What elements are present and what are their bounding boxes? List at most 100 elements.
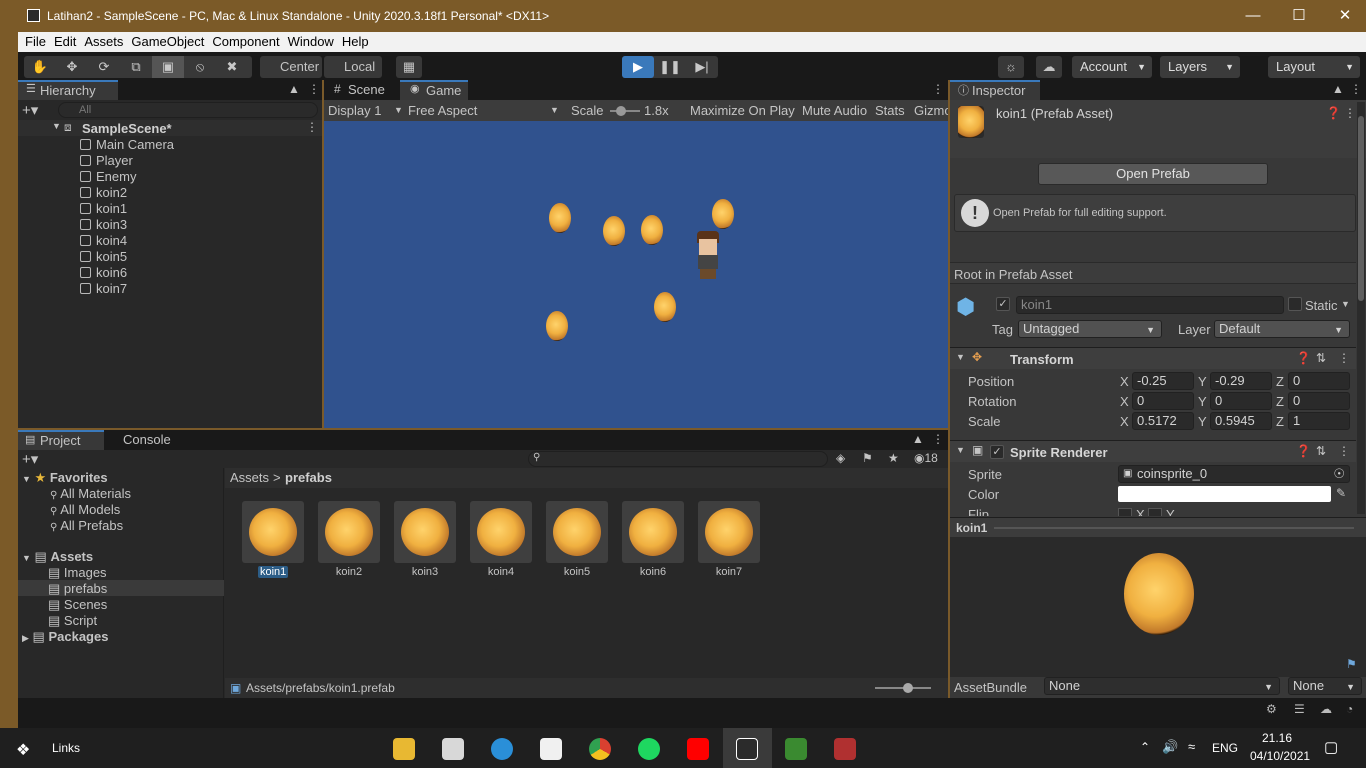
asset-item[interactable] [470,501,532,563]
language-indicator[interactable]: ENG [1212,741,1238,755]
favorites-row[interactable]: ▼ ★ Favorites [22,470,108,486]
play-icon[interactable]: ▶ [622,56,654,78]
static-dropdown-icon[interactable]: ▼ [1341,299,1350,309]
object-name-field[interactable]: koin1 [1016,296,1284,314]
asset-item[interactable] [394,501,456,563]
aspect-dropdown[interactable]: Free Aspect ▼ [408,100,562,121]
chrome-icon[interactable] [589,738,611,760]
axis-label[interactable]: Y [1198,414,1207,429]
help-icon[interactable]: ❓ [1296,444,1311,458]
breadcrumb-prefabs[interactable]: prefabs [285,468,332,488]
debug-icon[interactable]: ⚙ [1266,702,1277,716]
chart-app-icon[interactable] [785,738,807,760]
add-icon[interactable]: +▾ [22,101,42,119]
axis-label[interactable]: X [1120,414,1129,429]
active-checkbox[interactable]: ✓ [996,297,1010,311]
menu-edit[interactable]: Edit [54,32,76,49]
links-toolbar[interactable]: Links [52,741,80,755]
project-more-icon[interactable]: ⋮ [932,432,944,446]
edge-icon[interactable] [491,738,513,760]
asset-item-label[interactable]: koin5 [546,566,608,578]
rotation-field[interactable]: 0 [1210,392,1272,410]
stats-toggle[interactable]: Stats [875,100,905,121]
asset-item-label[interactable]: koin2 [318,566,380,578]
axis-label[interactable]: Z [1276,414,1284,429]
lock-icon[interactable]: ▲ [912,432,924,446]
hierarchy-item[interactable]: koin6 [80,265,127,281]
project-search-input[interactable]: ⚲ [528,451,828,467]
mute-audio-toggle[interactable]: Mute Audio [802,100,867,121]
notification-icon[interactable]: ▢ [1324,738,1338,756]
menu-file[interactable]: File [25,32,46,49]
asset-item-label[interactable]: koin6 [622,566,684,578]
fav-all-materials[interactable]: ⚲ All Materials [50,486,131,502]
favorite-star-icon[interactable]: ★ [888,451,899,465]
folder-script[interactable]: ▤ Script [48,613,97,629]
axis-label[interactable]: Z [1276,394,1284,409]
clock-date[interactable]: 04/10/2021 [1250,749,1310,763]
position-field[interactable]: -0.29 [1210,372,1272,390]
assetbundle-dropdown[interactable]: None ▼ [1044,677,1280,695]
close-button[interactable]: ✕ [1322,0,1366,32]
label-tag-icon[interactable]: ⚑ [1346,657,1357,671]
help-icon[interactable]: ❓ [1326,106,1341,120]
preset-icon[interactable]: ⇅ [1316,444,1326,458]
packages-row[interactable]: ▶ ▤ Packages [22,629,108,645]
rotation-field[interactable]: 0 [1132,392,1194,410]
cloud-icon[interactable]: ☁ [1036,56,1062,78]
assets-row[interactable]: ▼ ▤ Assets [22,549,93,565]
filter-type-icon[interactable]: ◈ [836,451,845,465]
hidden-packages-icon[interactable]: ◉18 [914,451,938,465]
preset-icon[interactable]: ⇅ [1316,351,1326,365]
scene-row[interactable]: ▼ ⧈ SampleScene* ⋮ [18,120,322,136]
progress-icon[interactable]: ◔ [1346,702,1353,716]
position-field[interactable]: -0.25 [1132,372,1194,390]
asset-item[interactable] [698,501,760,563]
menu-component[interactable]: Component [212,32,279,49]
scale-slider-thumb[interactable] [616,106,626,116]
minimize-button[interactable]: — [1230,0,1276,32]
scale-field[interactable]: 1 [1288,412,1350,430]
object-picker-icon[interactable]: ☉ [1333,466,1345,482]
menu-assets[interactable]: Assets [84,32,123,49]
assetbundle-variant-dropdown[interactable]: None ▼ [1288,677,1362,695]
display-dropdown[interactable]: Display 1 ▼ [328,100,403,121]
breadcrumb-assets[interactable]: Assets [230,468,269,488]
inspector-more-icon[interactable]: ⋮ [1350,82,1362,96]
tab-console[interactable]: Console [106,430,188,450]
hierarchy-item[interactable]: koin3 [80,217,127,233]
fav-all-models[interactable]: ⚲ All Models [50,502,120,518]
hierarchy-search-input[interactable]: All [58,102,318,118]
scale-field[interactable]: 0.5172 [1132,412,1194,430]
spotify-icon[interactable] [638,738,660,760]
database-icon[interactable]: ☰ [1294,702,1305,716]
scale-field[interactable]: 0.5945 [1210,412,1272,430]
layout-dropdown[interactable]: Layout ▼ [1268,56,1360,78]
transform-header[interactable]: ▼ ✥ Transform ❓ ⇅ ⋮ [950,347,1356,369]
rotation-field[interactable]: 0 [1288,392,1350,410]
lock-icon[interactable]: ▲ [288,82,300,96]
clock-time[interactable]: 21.16 [1262,731,1292,745]
windows-start-icon[interactable]: ❖ [16,740,30,760]
collapse-arrow-icon[interactable]: ▼ [956,352,965,362]
static-checkbox[interactable] [1288,297,1302,311]
axis-label[interactable]: X [1120,374,1129,389]
rect-tool-icon[interactable]: ▣ [152,56,184,78]
settings-icon[interactable]: ⋮ [1344,106,1356,120]
asset-item[interactable] [546,501,608,563]
sprite-renderer-header[interactable]: ▼ ▣ ✓ Sprite Renderer ❓ ⇅ ⋮ [950,440,1356,462]
preview-header[interactable]: koin1 [950,517,1366,537]
grid-snap-icon[interactable]: ▦ [396,56,422,78]
asset-item[interactable] [622,501,684,563]
asset-item-label[interactable]: koin4 [470,566,532,578]
tag-dropdown[interactable]: Untagged ▼ [1018,320,1162,338]
asset-item-label[interactable]: koin3 [394,566,456,578]
layer-dropdown[interactable]: Default ▼ [1214,320,1350,338]
mail-icon[interactable] [442,738,464,760]
icon-size-slider-thumb[interactable] [903,683,913,693]
hierarchy-item[interactable]: Main Camera [80,137,174,153]
volume-icon[interactable]: 🔊 [1162,739,1178,755]
unity-icon[interactable] [736,738,758,760]
transform-tool-icon[interactable]: ⦸ [184,56,216,78]
asset-item-label[interactable]: koin7 [698,566,760,578]
